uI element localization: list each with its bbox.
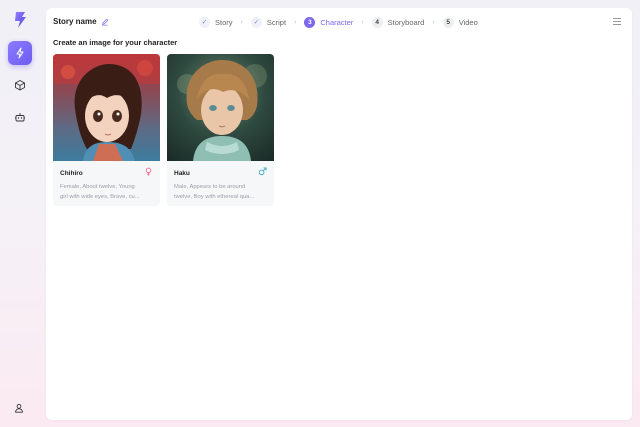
step-label: Story [215,17,233,27]
character-portrait [167,54,274,161]
step-label: Script [266,17,287,27]
chevron-right-icon: › [294,18,297,26]
user-profile-button[interactable] [12,401,26,415]
character-portrait [53,54,160,161]
step-label: Video [458,17,478,27]
step-check-icon: ✓ [250,16,262,28]
character-name: Haku [174,170,190,177]
step-storyboard[interactable]: 4 Storyboard [371,16,425,28]
chevron-right-icon: › [240,18,243,26]
lightning-logo-icon[interactable] [10,10,30,30]
main-panel: Story name ✓ Story › ✓ Script › 3 Charac… [46,8,632,420]
description-line: Male, Appears to be around [174,184,246,190]
description-line: girl with wide eyes, Brave, cu... [60,194,140,200]
sidebar [0,0,40,427]
step-number: 5 [442,16,454,28]
female-symbol-icon [145,167,152,176]
character-description: Male, Appears to be around twelve, Boy w… [174,182,268,202]
step-script[interactable]: ✓ Script [250,16,287,28]
step-check-icon: ✓ [199,16,210,28]
step-video[interactable]: 5 Video [442,16,478,28]
nav-assets-button[interactable] [8,73,32,97]
step-story[interactable]: ✓ Story [199,16,233,28]
story-name[interactable]: Story name [53,17,109,26]
user-icon [15,404,23,413]
character-card-chihiro[interactable]: Chihiro Female, About twelve, Young girl… [53,54,160,206]
cube-icon [15,80,25,91]
character-description: Female, About twelve, Young girl with wi… [60,182,154,202]
lightning-icon [16,47,24,59]
chevron-right-icon: › [361,18,364,26]
step-label: Storyboard [387,17,425,27]
nav-create-button[interactable] [8,41,32,65]
step-label: Character [320,17,354,27]
nav-robot-button[interactable] [8,105,32,129]
male-symbol-icon [258,167,267,176]
description-line: Female, About twelve, Young [60,184,135,190]
pencil-icon[interactable] [101,18,109,26]
chevron-right-icon: › [432,18,435,26]
menu-icon[interactable] [612,17,622,26]
step-progress: ✓ Story › ✓ Script › 3 Character › 4 Sto… [199,15,478,29]
story-name-label: Story name [53,17,97,26]
robot-icon [15,113,25,122]
step-number: 3 [304,16,316,28]
description-line: twelve, Boy with ethereal qua... [174,194,255,200]
page-heading: Create an image for your character [53,38,178,47]
character-card-haku[interactable]: Haku Male, Appears to be around twelve, … [167,54,274,206]
top-bar: Story name ✓ Story › ✓ Script › 3 Charac… [46,8,632,36]
character-name: Chihiro [60,170,83,177]
step-character[interactable]: 3 Character [304,16,354,28]
step-number: 4 [371,16,383,28]
